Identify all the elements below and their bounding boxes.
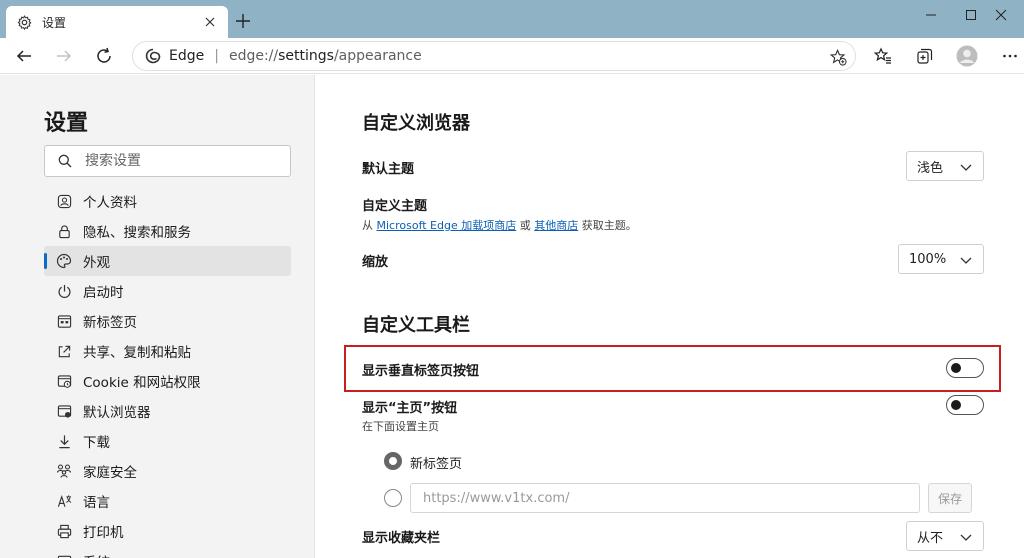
theme-select[interactable]: 浅色 [906, 151, 984, 181]
newtab-icon [56, 313, 72, 329]
family-icon [56, 463, 72, 479]
collections-button[interactable] [911, 42, 939, 70]
more-menu-button[interactable] [996, 42, 1024, 70]
address-bar[interactable]: Edge | edge://settings/appearance [132, 41, 856, 71]
favorites-bar-select[interactable]: 从不 [906, 521, 984, 551]
addons-store-link[interactable]: Microsoft Edge 加载项商店 [377, 219, 517, 232]
chevron-down-icon [960, 257, 972, 264]
sidebar-item-newtab[interactable]: 新标签页 [44, 306, 291, 336]
browser-toolbar: Edge | edge://settings/appearance [0, 38, 1024, 74]
sidebar-item-languages[interactable]: 语言 [44, 486, 291, 516]
site-name: Edge [169, 48, 205, 64]
home-button-label: 显示“主页”按钮 [362, 401, 458, 416]
vertical-tabs-label: 显示垂直标签页按钮 [362, 364, 480, 379]
home-button-toggle[interactable] [946, 395, 984, 415]
browser-icon [56, 403, 72, 419]
theme-select-value: 浅色 [917, 160, 944, 176]
settings-nav: 个人资料 隐私、搜索和服务 外观 启动时 新标签页 共享、复制和粘贴 Cooki… [44, 186, 291, 558]
system-icon [56, 553, 72, 558]
theme-label: 默认主题 [362, 162, 415, 177]
tab-title: 设置 [42, 15, 67, 30]
zoom-select-value: 100% [909, 251, 947, 267]
address-separator: | [214, 48, 219, 64]
site-permissions-icon [56, 373, 72, 389]
lock-icon [56, 223, 72, 239]
sidebar-item-family[interactable]: 家庭安全 [44, 456, 291, 486]
download-icon [56, 433, 72, 449]
sidebar-title: 设置 [44, 111, 89, 136]
printer-icon [56, 523, 72, 539]
sidebar-item-default-browser[interactable]: 默认浏览器 [44, 396, 291, 426]
home-url-input[interactable] [410, 483, 920, 513]
settings-sidebar: 设置 个人资料 隐私、搜索和服务 外观 启动时 新标签页 共享、复制和粘 [0, 75, 315, 558]
vertical-tabs-toggle[interactable] [946, 358, 984, 378]
other-store-link[interactable]: 其他商店 [534, 219, 578, 232]
close-icon[interactable] [202, 14, 218, 30]
search-input[interactable] [85, 153, 275, 169]
sidebar-item-printers[interactable]: 打印机 [44, 516, 291, 546]
search-icon [57, 153, 73, 169]
back-button[interactable] [10, 42, 38, 70]
save-button[interactable]: 保存 [928, 483, 972, 513]
home-button-description: 在下面设置主页 [362, 420, 439, 433]
sidebar-item-appearance[interactable]: 外观 [44, 246, 291, 276]
section-title-customize-browser: 自定义浏览器 [362, 113, 470, 134]
sidebar-item-privacy[interactable]: 隐私、搜索和服务 [44, 216, 291, 246]
profile-avatar[interactable] [953, 42, 981, 70]
sidebar-item-cookies[interactable]: Cookie 和网站权限 [44, 366, 291, 396]
window-close-button[interactable] [978, 0, 1024, 30]
share-icon [56, 343, 72, 359]
favorites-bar-label: 显示收藏夹栏 [362, 531, 441, 546]
language-icon [56, 493, 72, 509]
forward-button[interactable] [50, 42, 78, 70]
newtab-radio-label: 新标签页 [410, 457, 463, 472]
settings-content: 自定义浏览器 默认主题 浅色 自定义主题 从 Microsoft Edge 加载… [316, 75, 1024, 558]
chevron-down-icon [960, 164, 972, 171]
chevron-down-icon [960, 534, 972, 541]
zoom-label: 缩放 [362, 255, 389, 270]
gear-icon [16, 14, 32, 30]
profile-icon [56, 193, 72, 209]
palette-icon [56, 253, 72, 269]
custom-theme-label: 自定义主题 [362, 199, 428, 214]
new-tab-button[interactable] [232, 10, 254, 32]
favorites-bar-select-value: 从不 [917, 530, 944, 546]
tab-settings[interactable]: 设置 [6, 6, 228, 38]
add-favorite-icon[interactable] [829, 48, 847, 66]
favorites-button[interactable] [869, 42, 897, 70]
toggle-knob [951, 400, 961, 410]
section-title-customize-toolbar: 自定义工具栏 [362, 315, 470, 336]
toggle-knob [951, 363, 961, 373]
refresh-button[interactable] [90, 42, 118, 70]
power-icon [56, 283, 72, 299]
sidebar-item-downloads[interactable]: 下载 [44, 426, 291, 456]
custom-url-radio[interactable] [384, 489, 402, 507]
custom-theme-description: 从 Microsoft Edge 加载项商店 或 其他商店 获取主题。 [362, 219, 637, 232]
sidebar-item-profiles[interactable]: 个人资料 [44, 186, 291, 216]
sidebar-item-share[interactable]: 共享、复制和粘贴 [44, 336, 291, 366]
tab-strip: 设置 [0, 0, 1024, 38]
zoom-select[interactable]: 100% [898, 244, 984, 274]
sidebar-item-startup[interactable]: 启动时 [44, 276, 291, 306]
url-text: edge://settings/appearance [228, 48, 422, 64]
edge-logo-icon [145, 48, 161, 64]
sidebar-item-system[interactable]: 系统 [44, 546, 291, 558]
newtab-radio[interactable] [384, 452, 402, 470]
search-box[interactable] [44, 145, 291, 177]
